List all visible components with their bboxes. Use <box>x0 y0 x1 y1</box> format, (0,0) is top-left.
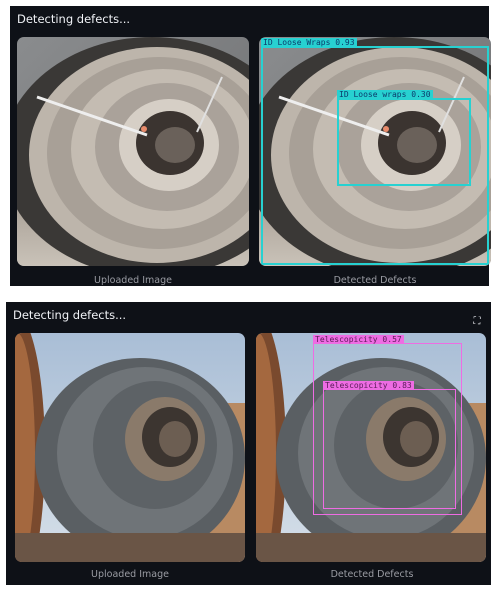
detected-image-caption: Detected Defects <box>333 275 417 286</box>
detection-label: ID Loose Wraps 0.93 <box>261 38 357 47</box>
detection-box <box>323 389 456 509</box>
detected-image-caption: Detected Defects <box>330 569 414 580</box>
uploaded-image <box>17 37 249 266</box>
panel-title: Detecting defects... <box>17 12 131 26</box>
detection-panel-2: Detecting defects... ⛶ Uploaded Image Te… <box>6 302 491 585</box>
detection-panel-1: Detecting defects... Uploaded Image ID L… <box>10 6 491 286</box>
detected-image: Telescopicity 0.57 Telescopicity 0.83 <box>256 333 486 562</box>
detection-label: Telescopicity 0.57 <box>313 335 404 344</box>
detection-label: ID Loose wraps 0.30 <box>337 90 433 99</box>
uploaded-image <box>15 333 245 562</box>
uploaded-image-caption: Uploaded Image <box>91 569 169 580</box>
panel-title: Detecting defects... <box>13 308 127 322</box>
detection-label: Telescopicity 0.83 <box>323 381 414 390</box>
fullscreen-icon[interactable]: ⛶ <box>471 316 483 328</box>
detected-image: ID Loose Wraps 0.93 ID Loose wraps 0.30 <box>259 37 491 266</box>
uploaded-image-caption: Uploaded Image <box>94 275 172 286</box>
detection-box <box>337 98 471 186</box>
